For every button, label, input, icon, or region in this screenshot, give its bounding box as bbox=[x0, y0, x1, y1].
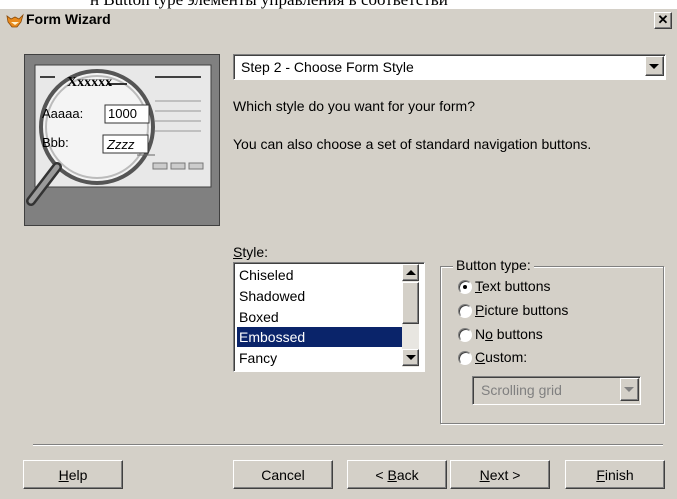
navigation-info-text: You can also choose a set of standard na… bbox=[233, 136, 592, 152]
style-list-scrollbar[interactable] bbox=[402, 264, 419, 367]
close-button[interactable]: ✕ bbox=[654, 12, 672, 29]
custom-buttons-select[interactable]: Scrolling grid bbox=[472, 376, 641, 405]
background-document-text: н Button type элементы управления в соот… bbox=[0, 0, 677, 9]
radio-dot-icon bbox=[463, 285, 467, 289]
chevron-down-icon bbox=[406, 355, 416, 360]
illustration-field1-value: 1000 bbox=[108, 106, 137, 121]
radio-label: Custom: bbox=[475, 349, 528, 365]
radio-label: No buttons bbox=[475, 326, 543, 342]
illustration-field1-label: Aaaaa: bbox=[42, 106, 84, 121]
step-dropdown-button[interactable] bbox=[645, 56, 664, 76]
scroll-up-button[interactable] bbox=[402, 264, 419, 281]
radio-circle[interactable] bbox=[458, 304, 472, 318]
finish-button[interactable]: Finish bbox=[565, 460, 665, 489]
chevron-down-icon bbox=[624, 387, 634, 392]
next-button[interactable]: Next > bbox=[450, 460, 550, 489]
close-icon: ✕ bbox=[657, 12, 669, 27]
custom-select-value: Scrolling grid bbox=[481, 382, 562, 398]
cancel-button[interactable]: Cancel bbox=[233, 460, 333, 489]
separator-line bbox=[33, 444, 663, 446]
scroll-down-button[interactable] bbox=[402, 349, 419, 366]
fox-app-icon bbox=[6, 13, 24, 29]
radio-circle[interactable] bbox=[458, 280, 472, 294]
chevron-up-icon bbox=[406, 270, 416, 275]
radio-circle[interactable] bbox=[458, 351, 472, 365]
style-question-text: Which style do you want for your form? bbox=[233, 98, 475, 114]
step-select-value: Step 2 - Choose Form Style bbox=[241, 59, 414, 75]
style-listbox[interactable]: Chiseled Shadowed Boxed Embossed Fancy bbox=[233, 262, 425, 372]
radio-label: Picture buttons bbox=[475, 302, 569, 318]
wizard-illustration: Xxxxxx Aaaaa: 1000 Bbb: Zzzz bbox=[24, 54, 220, 226]
style-label: Style: bbox=[233, 244, 269, 260]
radio-circle[interactable] bbox=[458, 328, 472, 342]
back-button[interactable]: < Back bbox=[347, 460, 447, 489]
window-title: Form Wizard bbox=[26, 11, 111, 27]
style-option-boxed[interactable]: Boxed bbox=[237, 307, 405, 327]
illustration-heading: Xxxxxx bbox=[67, 75, 113, 90]
scroll-thumb[interactable] bbox=[402, 282, 419, 324]
custom-dropdown-button[interactable] bbox=[620, 378, 639, 401]
illustration-field2-value: Zzzz bbox=[107, 137, 135, 152]
style-option-fancy[interactable]: Fancy bbox=[237, 348, 405, 368]
radio-label: Text buttons bbox=[475, 278, 551, 294]
step-select[interactable]: Step 2 - Choose Form Style bbox=[233, 54, 666, 80]
style-option-embossed[interactable]: Embossed bbox=[237, 327, 405, 347]
style-option-chiseled[interactable]: Chiseled bbox=[237, 265, 405, 285]
illustration-field2-label: Bbb: bbox=[42, 135, 69, 150]
chevron-down-icon bbox=[649, 64, 659, 69]
help-button[interactable]: Help bbox=[23, 460, 123, 489]
style-option-shadowed[interactable]: Shadowed bbox=[237, 286, 405, 306]
button-type-label: Button type: bbox=[453, 257, 534, 273]
